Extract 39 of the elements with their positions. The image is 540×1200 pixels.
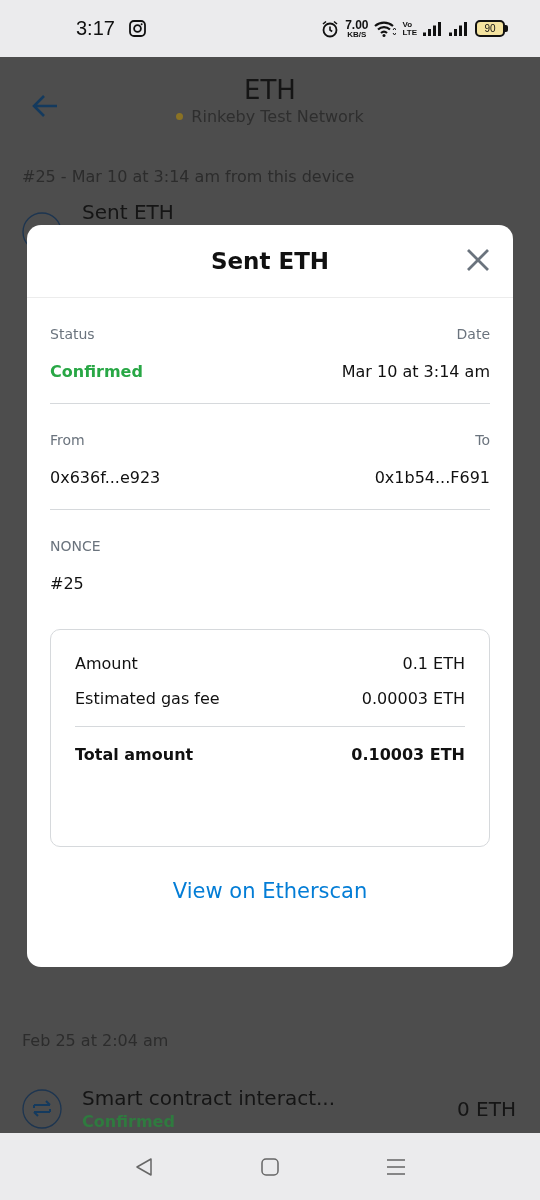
summary-label: Amount	[75, 654, 138, 673]
network-status-dot	[176, 113, 184, 120]
home-nav-icon[interactable]	[260, 1156, 280, 1177]
menu-nav-icon[interactable]	[386, 1156, 406, 1177]
summary-label: Total amount	[75, 745, 194, 764]
swap-arrows-icon	[22, 1088, 62, 1129]
date-value: Mar 10 at 3:14 am	[341, 362, 490, 381]
summary-value: 0.00003 ETH	[361, 689, 465, 708]
signal-icon	[449, 21, 469, 36]
to-label: To	[475, 432, 490, 448]
from-label: From	[50, 432, 85, 448]
etherscan-link[interactable]: View on Etherscan	[172, 879, 368, 903]
alarm-icon	[321, 19, 340, 38]
wifi-icon	[374, 20, 397, 37]
lte-label: LTE	[402, 28, 417, 36]
camera-app-icon	[128, 20, 146, 37]
battery-icon: 90	[475, 20, 508, 37]
back-nav-icon[interactable]	[134, 1156, 154, 1177]
modal-title: Sent ETH	[210, 248, 330, 274]
screen-title: ETH	[244, 75, 296, 105]
transaction-title: Sent ETH	[82, 200, 174, 224]
to-address: 0x1b54...F691	[374, 468, 490, 487]
signal-icon	[423, 21, 443, 36]
summary-label: Estimated gas fee	[75, 689, 220, 708]
summary-value: 0.10003 ETH	[351, 745, 465, 764]
status-value: Confirmed	[50, 362, 143, 381]
speed-unit: KB/S	[347, 30, 367, 39]
clock-time: 3:17	[76, 17, 115, 40]
from-address: 0x636f...e923	[50, 468, 161, 487]
nonce-label: NONCE	[50, 538, 102, 554]
summary-value: 0.1 ETH	[402, 654, 465, 673]
status-label: Status	[50, 326, 95, 342]
date-label: Date	[456, 326, 490, 342]
close-icon[interactable]	[465, 247, 491, 273]
network-speed: 7.00	[345, 18, 369, 31]
transaction-amount: 0 ETH	[457, 1096, 516, 1121]
volte-label: Vo	[402, 21, 414, 29]
nonce-value: #25	[50, 574, 85, 593]
transaction-title: Smart contract interact...	[82, 1086, 336, 1110]
